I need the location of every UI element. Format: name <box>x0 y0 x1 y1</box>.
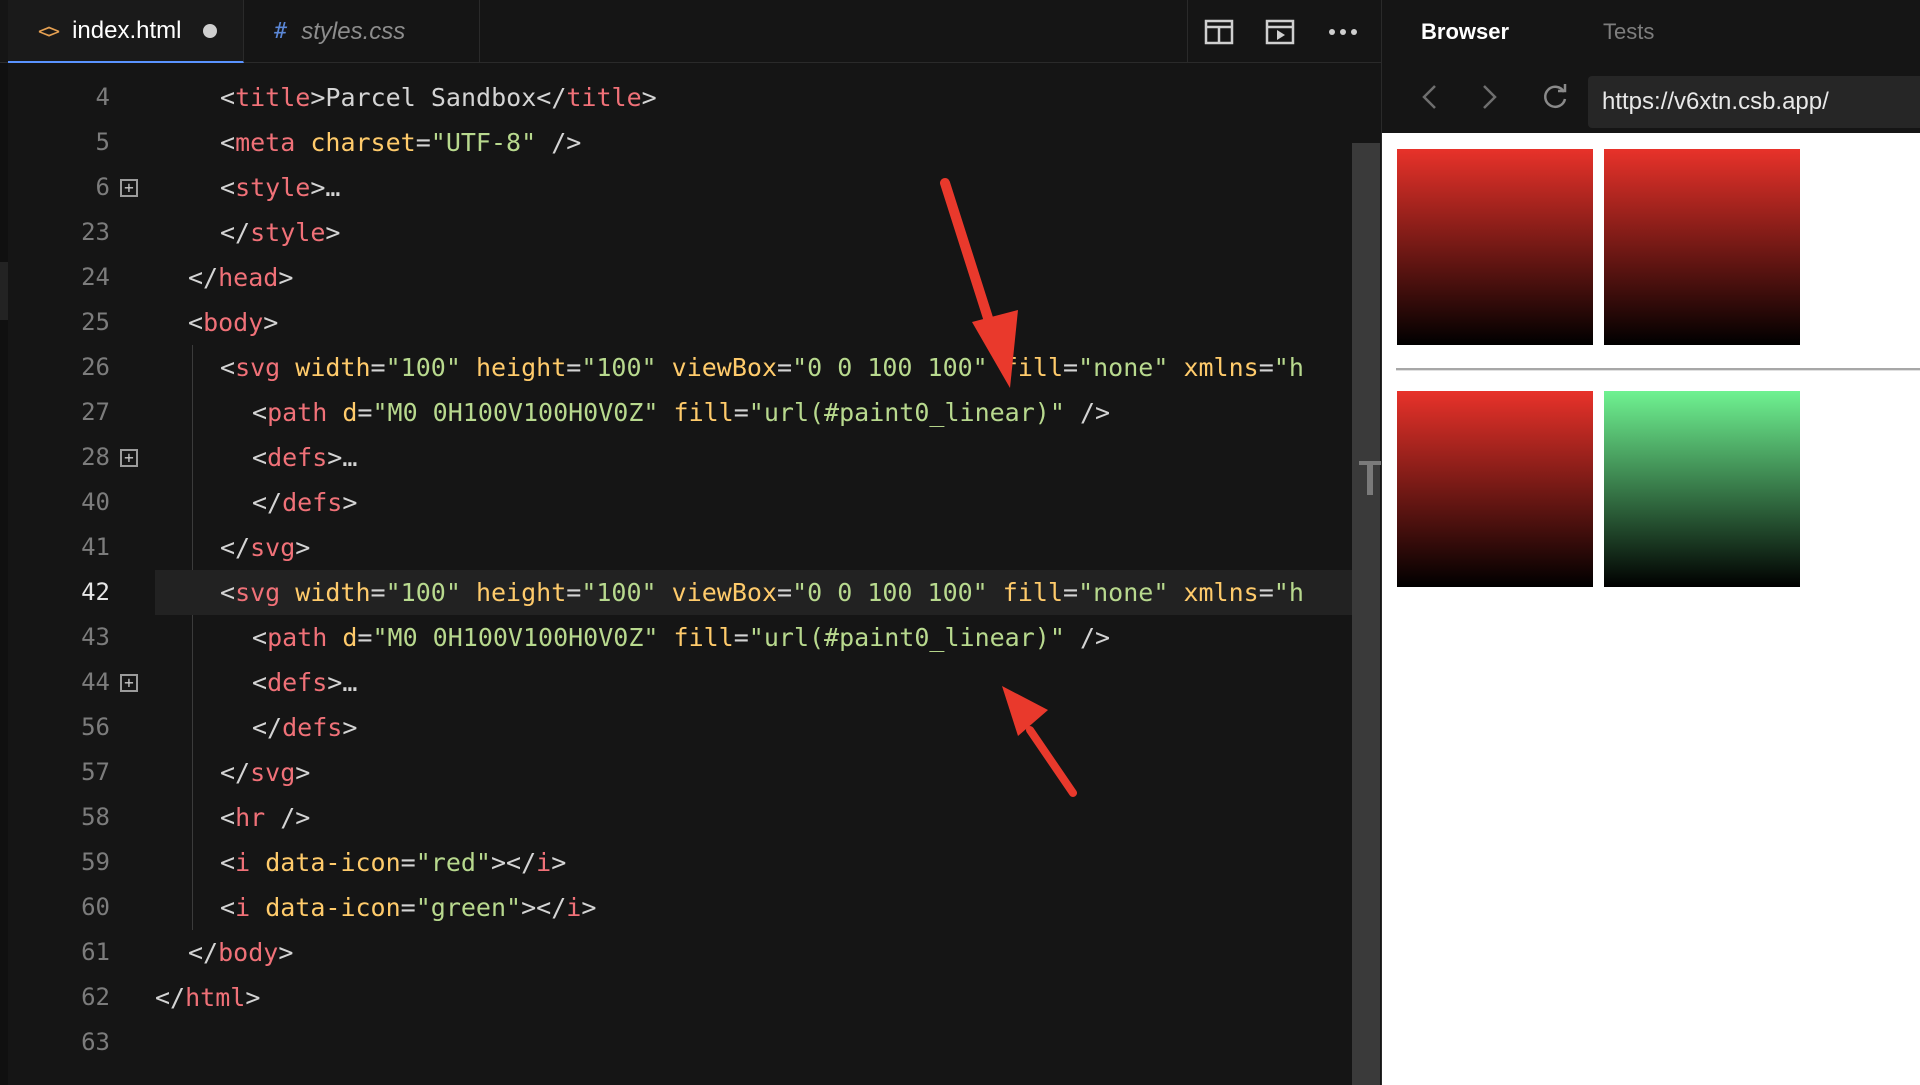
code-line: <svg width="100" height="100" viewBox="0… <box>220 353 1304 382</box>
code-line: <path d="M0 0H100V100H0V0Z" fill="url(#p… <box>252 623 1111 652</box>
left-edge-marker <box>0 262 8 320</box>
text-cursor-icon <box>1359 461 1381 495</box>
unsaved-dot-icon <box>203 23 218 38</box>
code-line: <title>Parcel Sandbox</title> <box>220 83 657 112</box>
gradient-square-red <box>1604 149 1800 345</box>
indent-guide <box>192 345 193 930</box>
horizontal-rule <box>1396 368 1920 371</box>
browser-panel: Browser Tests <box>1381 0 1920 1085</box>
line-number: 61 <box>81 938 110 966</box>
gradient-square-red <box>1397 391 1593 587</box>
more-dots-icon <box>1329 28 1357 35</box>
code-line: <i data-icon="red"></i> <box>220 848 567 877</box>
code-line: </style> <box>220 218 341 247</box>
line-number: 44 <box>81 668 110 696</box>
fold-expand-icon[interactable]: + <box>120 674 138 692</box>
tab-tests[interactable]: Tests <box>1603 0 1654 63</box>
chevron-right-icon <box>1483 85 1497 109</box>
line-number: 4 <box>95 83 110 111</box>
url-input[interactable] <box>1588 76 1920 128</box>
line-number: 57 <box>81 758 110 786</box>
code-line: <defs>… <box>252 668 358 697</box>
code-line: </svg> <box>220 533 311 562</box>
split-layout-icon <box>1204 19 1234 44</box>
browser-nav-bar <box>1382 63 1920 133</box>
code-line: </svg> <box>220 758 311 787</box>
line-number: 62 <box>81 983 110 1011</box>
code-line-current: <svg width="100" height="100" viewBox="0… <box>155 570 1355 615</box>
code-line: </defs> <box>252 713 358 742</box>
forward-button[interactable] <box>1470 77 1510 117</box>
code-line: <i data-icon="green"></i> <box>220 893 597 922</box>
line-number: 24 <box>81 263 110 291</box>
reload-icon <box>1544 84 1567 109</box>
line-number: 63 <box>81 1028 110 1056</box>
more-options-button[interactable] <box>1312 0 1374 63</box>
code-line: <meta charset="UTF-8" /> <box>220 128 582 157</box>
line-number: 59 <box>81 848 110 876</box>
line-number: 41 <box>81 533 110 561</box>
line-number: 5 <box>95 128 110 156</box>
fold-expand-icon[interactable]: + <box>120 449 138 467</box>
line-number: 58 <box>81 803 110 831</box>
code-area[interactable]: <title>Parcel Sandbox</title> <meta char… <box>155 63 1355 1085</box>
split-editor-button[interactable] <box>1187 0 1250 63</box>
line-number: 26 <box>81 353 110 381</box>
left-edge-strip <box>0 0 8 1085</box>
fold-expand-icon[interactable]: + <box>120 179 138 197</box>
code-line: </html> <box>155 983 261 1012</box>
browser-viewport <box>1382 133 1920 1085</box>
chevron-left-icon <box>1422 85 1436 109</box>
preview-icon <box>1265 19 1295 44</box>
line-number: 27 <box>81 398 110 426</box>
line-number: 28 <box>81 443 110 471</box>
code-line: <hr /> <box>220 803 311 832</box>
code-line: <path d="M0 0H100V100H0V0Z" fill="url(#p… <box>252 398 1111 427</box>
hash-icon: # <box>274 19 288 44</box>
tab-styles-css[interactable]: # styles.css <box>244 0 480 63</box>
code-line: <style>… <box>220 173 341 202</box>
code-line: <defs>… <box>252 443 358 472</box>
line-number: 6 <box>95 173 110 201</box>
open-preview-button[interactable] <box>1249 0 1311 63</box>
code-line: </head> <box>188 263 294 292</box>
gradient-square-red <box>1397 149 1593 345</box>
code-editor[interactable]: 4 5 6 23 24 25 26 27 28 40 41 42 43 44 5… <box>8 63 1381 1085</box>
code-icon: <> <box>38 18 60 43</box>
gradient-square-green <box>1604 391 1800 587</box>
line-number: 60 <box>81 893 110 921</box>
back-button[interactable] <box>1409 77 1449 117</box>
tab-label: styles.css <box>301 17 406 45</box>
tab-label: index.html <box>72 16 182 44</box>
code-line: </body> <box>188 938 294 967</box>
editor-scrollbar[interactable] <box>1352 143 1380 1085</box>
tab-index-html[interactable]: <> index.html <box>8 0 244 63</box>
line-number-active: 42 <box>81 578 110 606</box>
line-number: 40 <box>81 488 110 516</box>
code-line: </defs> <box>252 488 358 517</box>
reload-button[interactable] <box>1535 77 1575 117</box>
tab-browser[interactable]: Browser <box>1421 0 1509 63</box>
line-number: 25 <box>81 308 110 336</box>
line-number: 43 <box>81 623 110 651</box>
code-line: <body> <box>188 308 279 337</box>
line-number: 56 <box>81 713 110 741</box>
line-number-gutter: 4 5 6 23 24 25 26 27 28 40 41 42 43 44 5… <box>8 63 148 1085</box>
editor-tab-bar: <> index.html # styles.css <box>0 0 1381 63</box>
line-number: 23 <box>81 218 110 246</box>
